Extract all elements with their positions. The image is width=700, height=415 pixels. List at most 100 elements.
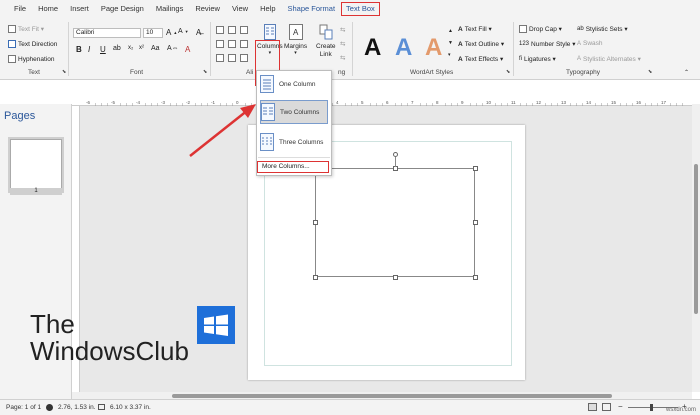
text-group-launcher-icon[interactable]: ⬊ bbox=[62, 69, 66, 75]
align-bottom-center-icon[interactable] bbox=[228, 54, 236, 62]
two-columns-icon bbox=[261, 103, 275, 121]
text-fit-button[interactable]: Text Fit ▾ bbox=[8, 25, 44, 33]
ruler-number: 5 bbox=[361, 100, 364, 105]
tab-insert[interactable]: Insert bbox=[64, 0, 95, 18]
swash-button[interactable]: A Swash bbox=[577, 40, 603, 47]
strikethrough-icon[interactable]: ab bbox=[113, 45, 121, 52]
horizontal-scroll-thumb[interactable] bbox=[172, 394, 612, 398]
typography-group-launcher-icon[interactable]: ⬊ bbox=[648, 69, 652, 75]
vertical-scroll-thumb[interactable] bbox=[694, 164, 698, 314]
text-effects-icon: A bbox=[458, 55, 463, 63]
align-top-center-icon[interactable] bbox=[228, 26, 236, 34]
text-effects-button[interactable]: A Text Effects ▾ bbox=[458, 55, 503, 64]
tab-page-design[interactable]: Page Design bbox=[95, 0, 150, 18]
clear-format-icon[interactable]: A̶ bbox=[196, 28, 201, 37]
text-fill-icon: A bbox=[458, 25, 463, 33]
stylistic-alternates-button[interactable]: A Stylistic Alternates ▾ bbox=[577, 55, 641, 63]
resize-handle[interactable] bbox=[473, 220, 478, 225]
wordart-style-blue[interactable]: A bbox=[395, 34, 412, 62]
font-size-field[interactable]: 10 bbox=[143, 28, 163, 38]
margins-button[interactable]: A Margins ▾ bbox=[284, 24, 307, 56]
align-middle-right-icon[interactable] bbox=[240, 40, 248, 48]
stylistic-sets-button[interactable]: ab Stylistic Sets ▾ bbox=[577, 25, 628, 33]
collapse-ribbon-icon[interactable]: ⌃ bbox=[684, 69, 689, 76]
link-next-icon[interactable]: ⇆ bbox=[340, 26, 345, 34]
text-direction-icon bbox=[8, 40, 16, 48]
wordart-style-orange[interactable]: A bbox=[425, 34, 442, 62]
resize-handle[interactable] bbox=[473, 275, 478, 280]
single-page-view-icon[interactable] bbox=[588, 403, 597, 411]
number-style-button[interactable]: 123 Number Style ▾ bbox=[519, 40, 575, 48]
font-name-field[interactable]: Calibri bbox=[73, 28, 141, 38]
font-group-launcher-icon[interactable]: ⬊ bbox=[203, 69, 207, 75]
align-bottom-left-icon[interactable] bbox=[216, 54, 224, 62]
link-previous-icon[interactable]: ⇆ bbox=[340, 40, 345, 48]
rotate-handle-stem bbox=[395, 157, 396, 167]
zoom-slider-thumb[interactable] bbox=[650, 404, 653, 411]
resize-handle[interactable] bbox=[393, 275, 398, 280]
more-columns-option[interactable]: More Columns... bbox=[257, 161, 329, 173]
resize-handle[interactable] bbox=[473, 166, 478, 171]
object-size-icon bbox=[98, 404, 105, 410]
text-direction-button[interactable]: Text Direction bbox=[8, 40, 57, 48]
character-spacing-icon[interactable]: A⇔ bbox=[167, 45, 179, 52]
horizontal-ruler[interactable]: -6-5-4-3-2-101234567891011121314151617 bbox=[72, 98, 692, 106]
wordart-group-launcher-icon[interactable]: ⬊ bbox=[506, 69, 510, 75]
one-column-option[interactable]: One Column bbox=[260, 72, 328, 96]
text-fill-button[interactable]: A Text Fill ▾ bbox=[458, 25, 492, 34]
tab-shape-format[interactable]: Shape Format bbox=[282, 0, 342, 18]
selected-text-box[interactable] bbox=[315, 168, 475, 277]
align-top-left-icon[interactable] bbox=[216, 26, 224, 34]
wordart-style-black[interactable]: A bbox=[364, 34, 381, 62]
drop-cap-button[interactable]: Drop Cap ▾ bbox=[519, 25, 562, 33]
align-middle-center-icon[interactable] bbox=[228, 40, 236, 48]
italic-icon[interactable]: I bbox=[88, 45, 90, 54]
create-link-button[interactable]: Create Link bbox=[316, 24, 336, 59]
wordart-scroll-up-icon[interactable]: ▲ bbox=[448, 28, 453, 34]
tab-mailings[interactable]: Mailings bbox=[150, 0, 190, 18]
change-case-icon[interactable]: Aa bbox=[151, 45, 160, 52]
tab-home[interactable]: Home bbox=[32, 0, 64, 18]
shrink-font-icon[interactable]: A ▼ bbox=[178, 28, 189, 35]
tab-text-box[interactable]: Text Box bbox=[341, 2, 380, 16]
subscript-icon[interactable]: x₂ bbox=[128, 45, 133, 51]
align-bottom-right-icon[interactable] bbox=[240, 54, 248, 62]
break-link-icon[interactable]: ⇆ bbox=[340, 54, 345, 62]
three-columns-option[interactable]: Three Columns bbox=[260, 130, 328, 154]
zoom-out-icon[interactable]: − bbox=[618, 402, 623, 411]
horizontal-scrollbar[interactable] bbox=[72, 392, 692, 399]
page-thumbnail[interactable] bbox=[8, 137, 64, 193]
two-page-view-icon[interactable] bbox=[602, 403, 611, 411]
tab-help[interactable]: Help bbox=[254, 0, 281, 18]
hyphenation-button[interactable]: Hyphenation bbox=[8, 55, 55, 63]
columns-icon bbox=[263, 24, 276, 40]
wordart-more-icon[interactable]: ▾ bbox=[448, 52, 451, 58]
wordart-scroll-down-icon[interactable]: ▼ bbox=[448, 40, 453, 46]
watermark-line-2: WindowsClub bbox=[30, 336, 189, 366]
status-position: 2.76, 1.53 in. bbox=[58, 404, 96, 411]
ligatures-button[interactable]: fi Ligatures ▾ bbox=[519, 55, 556, 63]
two-columns-option[interactable]: Two Columns bbox=[260, 100, 328, 124]
ruler-ticks: -6-5-4-3-2-101234567891011121314151617 bbox=[86, 100, 683, 106]
vertical-scrollbar[interactable] bbox=[692, 104, 700, 392]
windowsclub-logo-icon bbox=[197, 306, 235, 344]
ruler-number: 6 bbox=[386, 100, 389, 105]
tab-view[interactable]: View bbox=[226, 0, 254, 18]
align-top-right-icon[interactable] bbox=[240, 26, 248, 34]
drop-cap-icon bbox=[519, 25, 527, 33]
text-outline-button[interactable]: A Text Outline ▾ bbox=[458, 40, 504, 49]
tab-review[interactable]: Review bbox=[189, 0, 226, 18]
ruler-number: -6 bbox=[86, 100, 90, 105]
stylistic-alternates-icon: A bbox=[577, 56, 582, 62]
tab-file[interactable]: File bbox=[8, 0, 32, 18]
underline-icon[interactable]: U bbox=[100, 45, 106, 54]
svg-text:A: A bbox=[293, 28, 299, 37]
bold-icon[interactable]: B bbox=[76, 45, 82, 54]
superscript-icon[interactable]: x² bbox=[139, 45, 144, 51]
grow-font-icon[interactable]: A ▲ bbox=[166, 28, 177, 37]
stylistic-sets-icon: ab bbox=[577, 26, 584, 32]
align-middle-left-icon[interactable] bbox=[216, 40, 224, 48]
resize-handle[interactable] bbox=[313, 220, 318, 225]
resize-handle[interactable] bbox=[313, 275, 318, 280]
font-color-icon[interactable]: A bbox=[185, 45, 190, 54]
